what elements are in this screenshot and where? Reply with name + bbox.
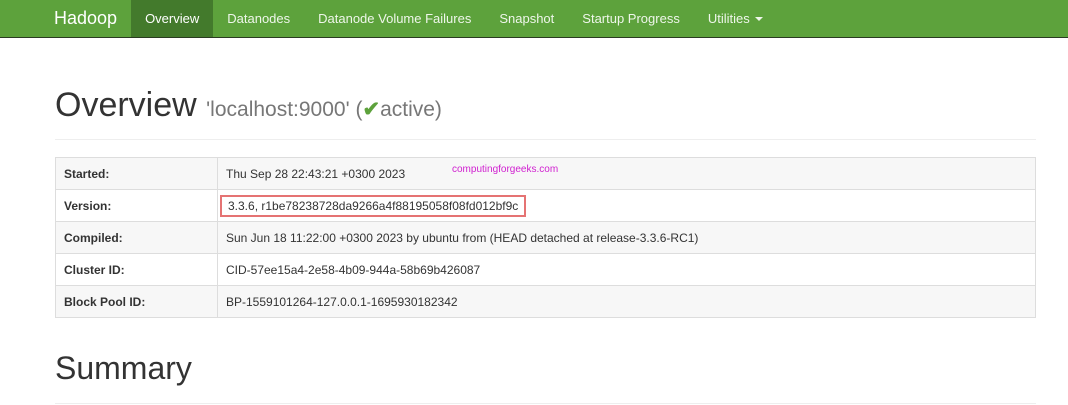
host-text: 'localhost:9000' [206,98,349,121]
watermark: computingforgeeks.com [452,164,558,175]
nav-datanodes[interactable]: Datanodes [213,0,304,37]
row-value: BP-1559101264-127.0.0.1-1695930182342 [218,286,1036,318]
highlighted-version-value: 3.3.6, r1be78238728da9266a4f88195058f08f… [220,195,526,217]
nav-snapshot[interactable]: Snapshot [485,0,568,37]
summary-heading: Summary [55,350,1036,404]
row-value: CID-57ee15a4-2e58-4b09-944a-58b69b426087 [218,254,1036,286]
check-icon: ✔ [362,98,380,121]
row-label: Started: [56,158,218,190]
table-row: Compiled:Sun Jun 18 11:22:00 +0300 2023 … [56,222,1036,254]
caret-down-icon [755,17,763,21]
row-value-cell: Thu Sep 28 22:43:21 +0300 2023 computingf… [218,158,1036,190]
table-row: Version:3.3.6, r1be78238728da9266a4f8819… [56,190,1036,222]
row-label: Version: [56,190,218,222]
host-subtitle: 'localhost:9000' (✔active) [206,98,442,121]
nav-utilities-label: Utilities [708,11,750,26]
main-content: Overview 'localhost:9000' (✔active) Star… [55,86,1036,404]
row-value-cell: 3.3.6, r1be78238728da9266a4f88195058f08f… [218,190,1036,222]
nav-overview[interactable]: Overview [131,0,213,37]
nav-utilities-dropdown[interactable]: Utilities [694,0,777,37]
table-row: Started: Thu Sep 28 22:43:21 +0300 2023 co… [56,158,1036,190]
row-value: Thu Sep 28 22:43:21 +0300 2023 [226,167,405,181]
table-row: Cluster ID:CID-57ee15a4-2e58-4b09-944a-5… [56,254,1036,286]
nav-startup-progress[interactable]: Startup Progress [568,0,694,37]
row-label: Compiled: [56,222,218,254]
row-label: Cluster ID: [56,254,218,286]
title-text: Overview [55,86,197,124]
overview-info-table: Started: Thu Sep 28 22:43:21 +0300 2023 co… [55,157,1036,318]
page-title: Overview 'localhost:9000' (✔active) [55,86,1036,140]
table-row: Block Pool ID:BP-1559101264-127.0.0.1-16… [56,286,1036,318]
status-paren-close: ) [435,98,442,121]
navbar: Hadoop Overview Datanodes Datanode Volum… [0,0,1068,38]
status-text: active [380,98,435,121]
nav-datanode-volume-failures[interactable]: Datanode Volume Failures [304,0,485,37]
brand-logo[interactable]: Hadoop [40,0,131,37]
row-label: Block Pool ID: [56,286,218,318]
row-value: Sun Jun 18 11:22:00 +0300 2023 by ubuntu… [218,222,1036,254]
